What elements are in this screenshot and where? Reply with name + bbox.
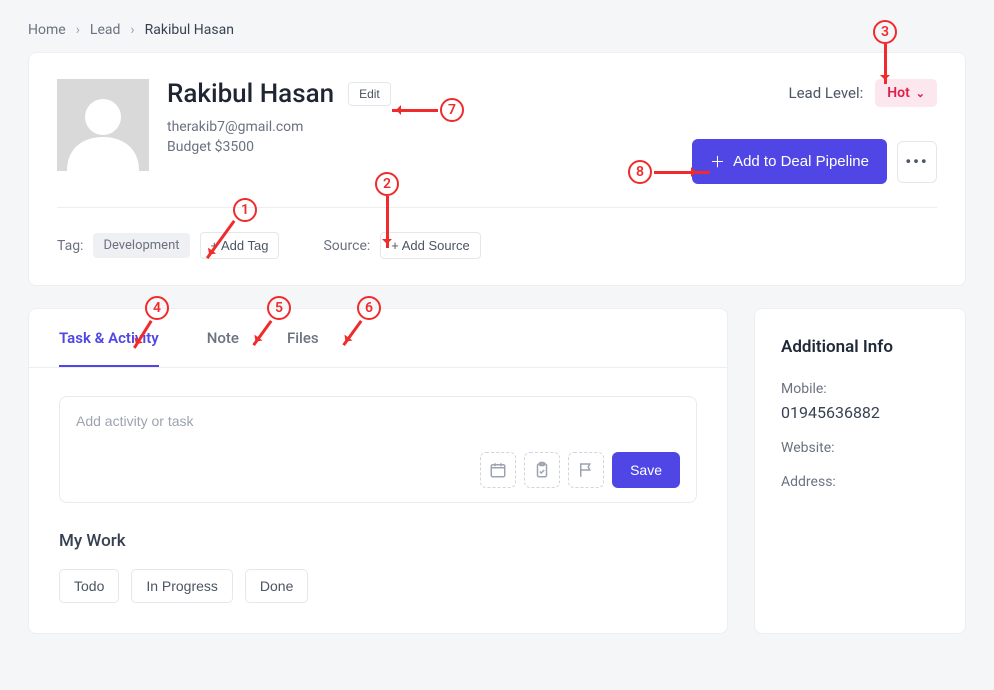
breadcrumb-current: Rakibul Hasan <box>145 22 234 38</box>
status-todo[interactable]: Todo <box>59 569 119 603</box>
tag-chip-development[interactable]: Development <box>93 233 189 258</box>
breadcrumb-home[interactable]: Home <box>28 22 66 38</box>
mobile-value: 01945636882 <box>781 403 939 422</box>
clipboard-icon <box>533 461 551 479</box>
dots-horizontal-icon: ••• <box>905 152 928 171</box>
clipboard-icon-button[interactable] <box>524 452 560 488</box>
add-deal-label: Add to Deal Pipeline <box>733 153 869 170</box>
status-in-progress[interactable]: In Progress <box>131 569 233 603</box>
flag-icon <box>577 461 595 479</box>
breadcrumb: Home › Lead › Rakibul Hasan <box>0 0 994 52</box>
additional-info-title: Additional Info <box>781 337 939 357</box>
tag-label: Tag: <box>57 238 83 254</box>
flag-icon-button[interactable] <box>568 452 604 488</box>
tab-note[interactable]: Note <box>207 309 239 367</box>
lead-name: Rakibul Hasan <box>167 79 334 109</box>
mobile-label: Mobile: <box>781 381 939 397</box>
source-label: Source: <box>323 238 370 254</box>
additional-info-panel: Additional Info Mobile: 01945636882 Webs… <box>754 308 966 634</box>
plus-icon: ＋ <box>710 151 725 172</box>
add-source-button[interactable]: + Add Source <box>380 232 480 259</box>
more-actions-button[interactable]: ••• <box>897 141 937 183</box>
task-activity-panel: Task & Activity Note Files Save My Work <box>28 308 728 634</box>
chevron-down-icon: ⌄ <box>916 87 925 100</box>
status-done[interactable]: Done <box>245 569 308 603</box>
tab-files[interactable]: Files <box>287 309 319 367</box>
address-label: Address: <box>781 474 939 490</box>
edit-button[interactable]: Edit <box>348 82 391 106</box>
website-label: Website: <box>781 440 939 456</box>
add-tag-button[interactable]: + Add Tag <box>200 232 280 259</box>
avatar <box>57 79 149 171</box>
tab-task-activity[interactable]: Task & Activity <box>59 309 159 367</box>
breadcrumb-lead[interactable]: Lead <box>90 22 120 38</box>
user-silhouette-icon <box>57 79 149 171</box>
lead-level-dropdown[interactable]: Hot ⌄ <box>875 79 937 107</box>
lead-email: therakib7@gmail.com <box>167 119 391 135</box>
calendar-icon-button[interactable] <box>480 452 516 488</box>
my-work-title: My Work <box>59 531 697 551</box>
chevron-right-icon: › <box>76 22 80 38</box>
lead-hero-card: Rakibul Hasan Edit therakib7@gmail.com B… <box>28 52 966 286</box>
save-button[interactable]: Save <box>612 452 680 488</box>
calendar-icon <box>489 461 507 479</box>
lead-budget: Budget $3500 <box>167 139 391 155</box>
add-to-deal-pipeline-button[interactable]: ＋ Add to Deal Pipeline <box>692 139 887 184</box>
chevron-right-icon: › <box>130 22 134 38</box>
activity-input[interactable] <box>76 413 680 429</box>
lead-level-label: Lead Level: <box>789 84 864 102</box>
tabs: Task & Activity Note Files <box>29 309 727 368</box>
activity-input-box: Save <box>59 396 697 503</box>
lead-level-value: Hot <box>887 85 910 101</box>
